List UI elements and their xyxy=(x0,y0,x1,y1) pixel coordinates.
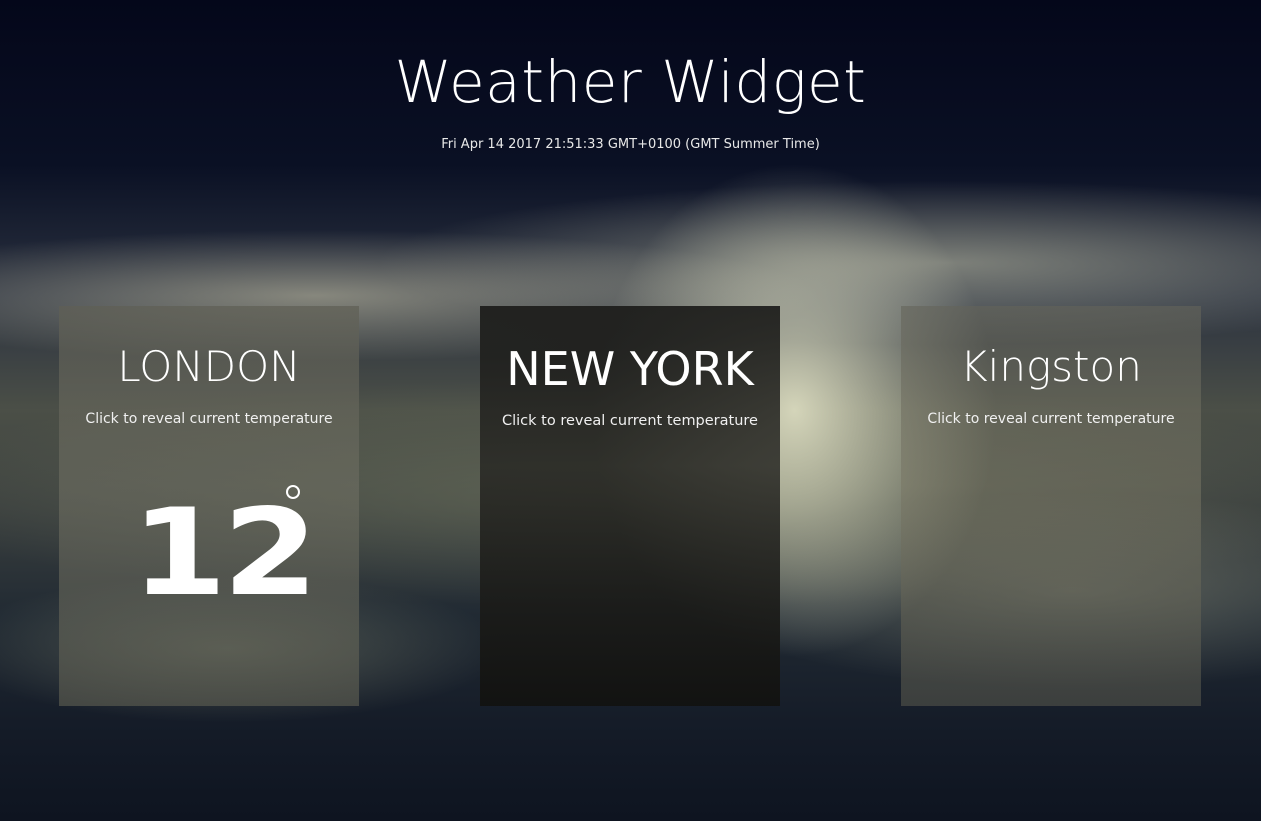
weather-card-new-york[interactable]: NEW YORK Click to reveal current tempera… xyxy=(480,306,780,706)
degree-icon xyxy=(286,485,300,499)
reveal-hint: Click to reveal current temperature xyxy=(927,411,1175,427)
reveal-hint: Click to reveal current temperature xyxy=(502,413,758,429)
city-name: Kingston xyxy=(960,342,1142,391)
weather-card-london[interactable]: LONDON Click to reveal current temperatu… xyxy=(59,306,359,706)
page-title: Weather Widget xyxy=(394,48,867,116)
weather-card-kingston[interactable]: Kingston Click to reveal current tempera… xyxy=(901,306,1201,706)
temperature-value: 12 xyxy=(131,484,318,623)
reveal-hint: Click to reveal current temperature xyxy=(85,411,333,427)
current-datetime: Fri Apr 14 2017 21:51:33 GMT+0100 (GMT S… xyxy=(441,137,820,152)
city-name: LONDON xyxy=(117,342,301,391)
city-name: NEW YORK xyxy=(506,342,754,396)
